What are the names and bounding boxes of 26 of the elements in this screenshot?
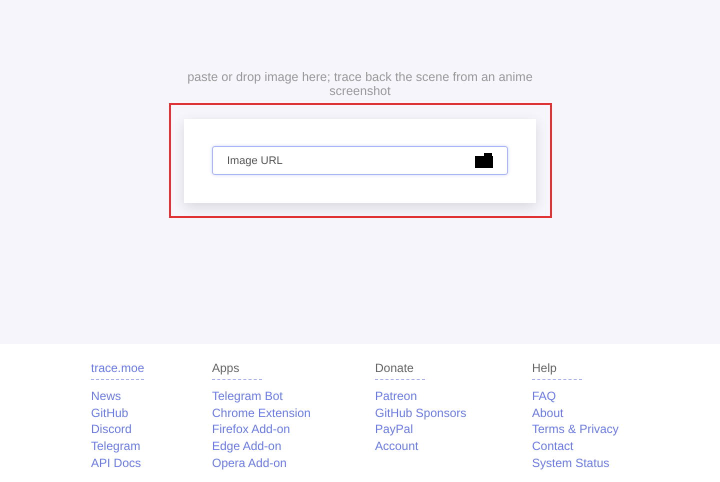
footer-link[interactable]: Firefox Add-on — [212, 421, 375, 438]
footer-link[interactable]: Terms & Privacy — [532, 421, 619, 438]
footer-link[interactable]: Discord — [91, 421, 212, 438]
url-field[interactable]: Image URL — [212, 146, 508, 175]
footer-link[interactable]: FAQ — [532, 388, 619, 405]
footer-link[interactable]: News — [91, 388, 212, 405]
column-heading: Donate — [375, 361, 425, 380]
footer-link[interactable]: Account — [375, 438, 532, 455]
footer-link[interactable]: Patreon — [375, 388, 532, 405]
footer-link[interactable]: API Docs — [91, 454, 212, 472]
footer-link[interactable]: PayPal — [375, 421, 532, 438]
caption-text: paste or drop image here; trace back the scene from an anime screenshot — [186, 70, 534, 98]
footer-link[interactable]: Opera Add-on — [212, 454, 375, 472]
footer-link[interactable]: Telegram Bot — [212, 388, 375, 405]
footer-link[interactable]: Edge Add-on — [212, 438, 375, 455]
footer-link[interactable]: GitHub Sponsors — [375, 404, 532, 422]
footer-link[interactable]: GitHub — [91, 404, 212, 422]
footer-link[interactable]: Telegram — [91, 438, 212, 455]
footer-link[interactable]: Chrome Extension — [212, 404, 375, 422]
footer-link[interactable]: About — [532, 404, 619, 422]
column-heading: Apps — [212, 361, 262, 380]
footer-heading-link[interactable]: trace.moe — [91, 361, 144, 380]
footer-link[interactable]: Contact — [532, 438, 619, 455]
footer-link[interactable]: System Status — [532, 454, 619, 472]
folder-icon[interactable] — [474, 153, 494, 168]
column-heading: Help — [532, 361, 582, 380]
